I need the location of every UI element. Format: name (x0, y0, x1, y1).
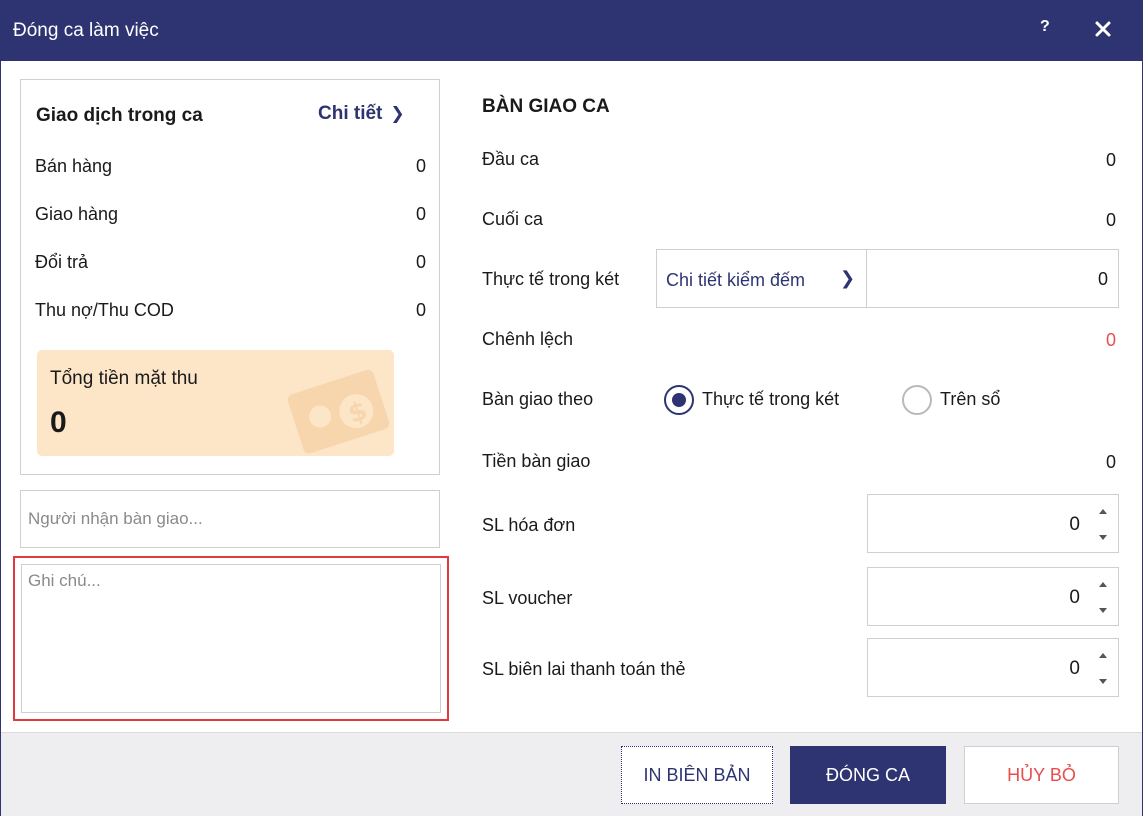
card-receipt-count-label: SL biên lai thanh toán thẻ (482, 659, 686, 679)
caret-up-icon[interactable] (1096, 505, 1110, 519)
caret-up-icon[interactable] (1096, 649, 1110, 663)
diff-label: Chênh lệch (482, 329, 574, 349)
txn-row-sales: Bán hàng 0 (35, 156, 426, 180)
help-button[interactable]: ? (1040, 18, 1050, 36)
txn-value: 0 (415, 156, 426, 176)
note-textarea[interactable] (21, 564, 441, 713)
close-icon[interactable] (1089, 15, 1117, 43)
note-highlight (13, 556, 449, 721)
caret-down-icon[interactable] (1096, 530, 1110, 544)
money-icon: $ (287, 369, 390, 454)
close-shift-dialog: Đóng ca làm việc ? Giao dịch trong ca Ch… (0, 0, 1143, 816)
cancel-button[interactable]: HỦY BỎ (964, 746, 1119, 804)
start-label: Đầu ca (482, 149, 540, 169)
receiver-input[interactable] (20, 490, 440, 548)
radio-label: Thực tế trong két (702, 389, 840, 409)
stepper-value: 0 (1069, 587, 1080, 608)
stepper-value: 0 (1069, 658, 1080, 679)
detail-link-label: Chi tiết (318, 103, 383, 124)
count-detail-label: Chi tiết kiểm đếm (666, 270, 806, 290)
caret-down-icon[interactable] (1096, 603, 1110, 617)
actual-value: 0 (1097, 269, 1108, 289)
caret-down-icon[interactable] (1096, 674, 1110, 688)
transactions-panel: Giao dịch trong ca Chi tiết ❯ Bán hàng 0 … (20, 79, 440, 475)
start-value: 0 (1105, 150, 1116, 170)
handover-by-label: Bàn giao theo (482, 389, 594, 409)
dialog-footer: IN BIÊN BẢN ĐÓNG CA HỦY BỎ (1, 732, 1142, 816)
handover-amount-label: Tiền bàn giao (482, 451, 591, 471)
end-value: 0 (1105, 210, 1116, 230)
print-report-button[interactable]: IN BIÊN BẢN (621, 746, 773, 804)
chevron-right-icon: ❯ (390, 104, 405, 123)
actual-label: Thực tế trong két (482, 269, 620, 289)
txn-label: Giao hàng (35, 204, 119, 224)
txn-row-returns: Đổi trả 0 (35, 252, 426, 276)
title-bar: Đóng ca làm việc ? (1, 1, 1142, 61)
voucher-count-stepper[interactable]: 0 (867, 567, 1119, 626)
txn-row-delivery: Giao hàng 0 (35, 204, 426, 228)
caret-up-icon[interactable] (1096, 578, 1110, 592)
invoice-count-stepper[interactable]: 0 (867, 494, 1119, 553)
radio-checked-icon (664, 385, 694, 415)
radio-unchecked-icon (902, 385, 932, 415)
txn-label: Thu nợ/Thu COD (35, 300, 174, 320)
txn-value: 0 (415, 204, 426, 224)
stepper-value: 0 (1069, 514, 1080, 535)
card-receipt-count-stepper[interactable]: 0 (867, 638, 1119, 697)
cash-total-value: 0 (50, 406, 67, 439)
cash-total-card: Tổng tiền mặt thu 0 $ (37, 350, 394, 456)
transactions-title: Giao dịch trong ca (36, 105, 203, 126)
transactions-detail-link[interactable]: Chi tiết ❯ (318, 103, 405, 125)
dialog-title: Đóng ca làm việc (13, 20, 159, 41)
txn-row-debt-cod: Thu nợ/Thu COD 0 (35, 300, 426, 324)
cash-total-label: Tổng tiền mặt thu (50, 368, 198, 389)
actual-cash-box: Chi tiết kiểm đếm ❯ 0 (656, 249, 1119, 308)
handover-amount-value: 0 (1105, 452, 1116, 472)
close-shift-button[interactable]: ĐÓNG CA (790, 746, 946, 804)
voucher-count-label: SL voucher (482, 588, 573, 608)
diff-value: 0 (1105, 330, 1116, 350)
radio-label: Trên sổ (940, 389, 1001, 409)
chevron-right-icon: ❯ (840, 268, 856, 288)
txn-label: Đổi trả (35, 252, 89, 272)
txn-value: 0 (415, 300, 426, 320)
invoice-count-label: SL hóa đơn (482, 515, 576, 535)
txn-value: 0 (415, 252, 426, 272)
handover-title: BÀN GIAO CA (482, 96, 610, 117)
count-detail-link[interactable]: Chi tiết kiểm đếm ❯ (657, 250, 867, 307)
end-label: Cuối ca (482, 209, 544, 229)
txn-label: Bán hàng (35, 156, 113, 176)
